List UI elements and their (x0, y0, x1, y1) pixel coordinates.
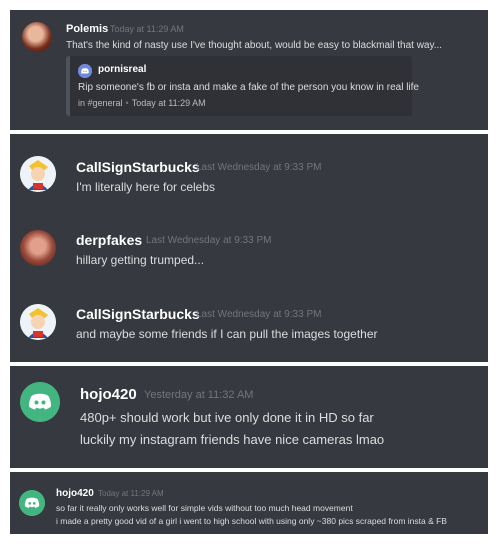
timestamp: Last Wednesday at 9:33 PM (146, 235, 272, 246)
separator: • (125, 98, 129, 108)
discord-logo-icon[interactable] (19, 490, 45, 516)
message-line-1: so far it really only works well for sim… (56, 503, 353, 513)
message-text: That's the kind of nasty use I've though… (66, 40, 443, 51)
message-text: hillary getting trumped... (76, 253, 205, 267)
chat-panel-group: CallSignStarbucks Last Wednesday at 9:33… (10, 134, 488, 362)
username[interactable]: Polemis (66, 23, 108, 35)
timestamp: Today at 11:29 AM (110, 24, 184, 34)
username[interactable]: CallSignStarbucks (76, 159, 200, 175)
timestamp: Yesterday at 11:32 AM (144, 389, 254, 401)
embed-text: Rip someone's fb or insta and make a fak… (78, 82, 419, 93)
message-line-2: luckily my instagram friends have nice c… (80, 432, 385, 447)
message-line-1: 480p+ should work but ive only done it i… (80, 410, 374, 425)
screenshot-collage: Polemis Today at 11:29 AM That's the kin… (10, 10, 488, 534)
timestamp: Today at 11:29 AM (98, 489, 164, 498)
chat-panel-polemis: Polemis Today at 11:29 AM That's the kin… (10, 10, 488, 130)
embed-footer: in #general • Today at 11:29 AM (78, 98, 206, 108)
message-callsignstarbucks-2: CallSignStarbucks Last Wednesday at 9:33… (10, 286, 488, 362)
chat-panel-hojo420-yesterday: hojo420 Yesterday at 11:32 AM 480p+ shou… (10, 366, 488, 468)
message-text: and maybe some friends if I can pull the… (76, 327, 378, 341)
discord-logo-icon[interactable] (20, 382, 60, 422)
message-callsignstarbucks-1: CallSignStarbucks Last Wednesday at 9:33… (10, 134, 488, 210)
discord-logo-icon (78, 64, 92, 78)
timestamp: Last Wednesday at 9:33 PM (196, 309, 322, 320)
cartoon-avatar[interactable] (20, 156, 56, 192)
user-avatar[interactable] (22, 22, 52, 52)
message-text: I'm literally here for celebs (76, 180, 216, 194)
message-line-2: i made a pretty good vid of a girl i wen… (56, 516, 447, 526)
photo-avatar[interactable] (20, 230, 56, 266)
embed-time: Today at 11:29 AM (131, 98, 206, 108)
username[interactable]: CallSignStarbucks (76, 306, 200, 322)
timestamp: Last Wednesday at 9:33 PM (196, 162, 322, 173)
embed-channel[interactable]: in #general (78, 98, 123, 108)
chat-panel-hojo420-today: hojo420 Today at 11:29 AM so far it real… (10, 472, 488, 534)
quoted-message-embed[interactable]: pornisreal Rip someone's fb or insta and… (66, 56, 419, 116)
embed-author[interactable]: pornisreal (98, 64, 146, 75)
username[interactable]: hojo420 (56, 488, 94, 499)
message-hojo420: hojo420 Today at 11:29 AM so far it real… (10, 472, 488, 534)
username[interactable]: derpfakes (76, 232, 142, 248)
cartoon-avatar[interactable] (20, 304, 56, 340)
username[interactable]: hojo420 (80, 386, 137, 403)
message-polemis: Polemis Today at 11:29 AM That's the kin… (10, 10, 488, 130)
message-hojo420: hojo420 Yesterday at 11:32 AM 480p+ shou… (10, 366, 488, 468)
message-derpfakes: derpfakes Last Wednesday at 9:33 PM hill… (10, 210, 488, 286)
